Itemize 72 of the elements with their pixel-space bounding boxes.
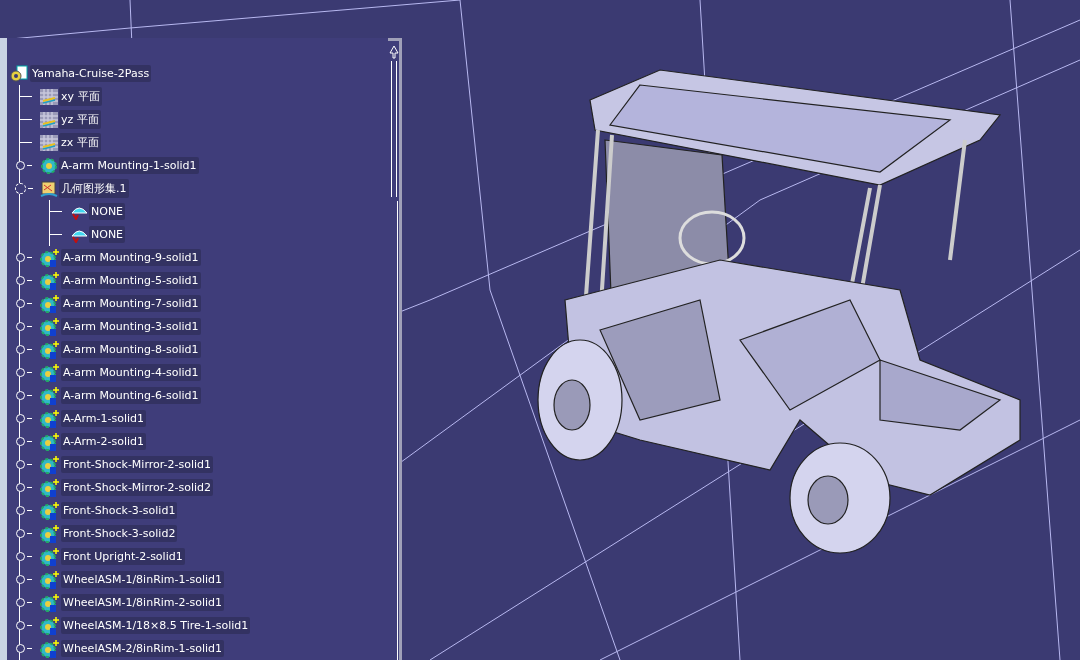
gear-plus-icon <box>40 477 60 498</box>
tree-node-label[interactable]: A-arm Mounting-5-solid1 <box>61 272 201 289</box>
expand-toggle[interactable] <box>16 460 25 469</box>
gear-plus-icon <box>40 523 60 544</box>
expand-toggle[interactable] <box>16 345 25 354</box>
tree-node-label[interactable]: zx 平面 <box>59 133 101 152</box>
scroll-up-arrow-icon[interactable] <box>389 45 399 59</box>
gear-plus-icon <box>40 362 60 383</box>
expand-toggle[interactable] <box>16 621 25 630</box>
expand-toggle[interactable] <box>16 644 25 653</box>
tree-node-label[interactable]: A-arm Mounting-9-solid1 <box>61 249 201 266</box>
gear-plus-icon <box>40 270 60 291</box>
expand-toggle[interactable] <box>16 253 25 262</box>
tree-node-label[interactable]: Front-Shock-3-solid2 <box>61 525 178 542</box>
gear-plus-icon <box>40 431 60 452</box>
gear-plus-icon <box>40 247 60 268</box>
expand-toggle[interactable] <box>16 368 25 377</box>
plane-icon <box>40 134 58 151</box>
tree-node-label[interactable]: WheelASM-1/18×8.5 Tire-1-solid1 <box>61 617 251 634</box>
tree-node-label[interactable]: A-Arm-2-solid1 <box>61 433 147 450</box>
tree-node-label[interactable]: Front-Shock-Mirror-2-solid1 <box>61 456 214 473</box>
tree-node-label[interactable]: WheelASM-1/8inRim-2-solid1 <box>61 594 225 611</box>
expand-toggle[interactable] <box>16 299 25 308</box>
tree-node-label[interactable]: A-arm Mounting-3-solid1 <box>61 318 201 335</box>
expand-toggle[interactable] <box>16 575 25 584</box>
tree-node-label[interactable]: Front-Shock-3-solid1 <box>61 502 178 519</box>
tree-node-label[interactable]: 几何图形集.1 <box>59 179 129 198</box>
expand-toggle[interactable] <box>16 483 25 492</box>
gear-plus-icon <box>40 454 60 475</box>
plane-icon <box>40 88 58 105</box>
tree-node-label[interactable]: NONE <box>89 203 126 220</box>
tree-node-label[interactable]: A-arm Mounting-1-solid1 <box>59 157 199 174</box>
tree-node-label[interactable]: Front Upright-2-solid1 <box>61 548 185 565</box>
expand-toggle[interactable] <box>16 414 25 423</box>
expand-toggle[interactable] <box>16 322 25 331</box>
gear-plus-icon <box>40 500 60 521</box>
expand-toggle[interactable] <box>16 529 25 538</box>
geometry-set-icon <box>40 179 58 198</box>
tree-node-label[interactable]: Yamaha-Cruise-2Pass <box>30 65 152 82</box>
tree-node-label[interactable]: NONE <box>89 226 126 243</box>
expand-toggle[interactable] <box>16 506 25 515</box>
gear-plus-icon <box>40 615 60 636</box>
scrollbar[interactable] <box>388 38 402 660</box>
gear-plus-icon <box>40 316 60 337</box>
tree-node-label[interactable]: A-arm Mounting-8-solid1 <box>61 341 201 358</box>
plane-icon <box>40 111 58 128</box>
expand-toggle[interactable] <box>16 161 25 170</box>
gear-plus-icon <box>40 339 60 360</box>
gear-plus-icon <box>40 638 60 659</box>
expand-toggle[interactable] <box>16 276 25 285</box>
expand-toggle[interactable] <box>15 183 26 194</box>
tree-node-label[interactable]: A-arm Mounting-6-solid1 <box>61 387 201 404</box>
expand-toggle[interactable] <box>16 391 25 400</box>
gear-plus-icon <box>40 408 60 429</box>
document-gear-icon <box>10 64 30 83</box>
gear-plus-icon <box>40 385 60 406</box>
tree-node-label[interactable]: A-arm Mounting-4-solid1 <box>61 364 201 381</box>
gear-icon <box>40 156 58 175</box>
tree-node-label[interactable]: A-Arm-1-solid1 <box>61 410 147 427</box>
tree-node-label[interactable]: A-arm Mounting-7-solid1 <box>61 295 201 312</box>
gear-plus-icon <box>40 293 60 314</box>
tree-node-label[interactable]: Front-Shock-Mirror-2-solid2 <box>61 479 214 496</box>
gear-plus-icon <box>40 592 60 613</box>
tree-node-label[interactable]: yz 平面 <box>59 110 101 129</box>
tree-node-label[interactable]: xy 平面 <box>59 87 102 106</box>
tree-node-label[interactable]: WheelASM-2/8inRim-1-solid1 <box>61 640 225 657</box>
tree-node-label[interactable]: WheelASM-1/8inRim-1-solid1 <box>61 571 225 588</box>
gear-plus-icon <box>40 546 60 567</box>
expand-toggle[interactable] <box>16 437 25 446</box>
expand-toggle[interactable] <box>16 552 25 561</box>
expand-toggle[interactable] <box>16 598 25 607</box>
gear-plus-icon <box>40 569 60 590</box>
